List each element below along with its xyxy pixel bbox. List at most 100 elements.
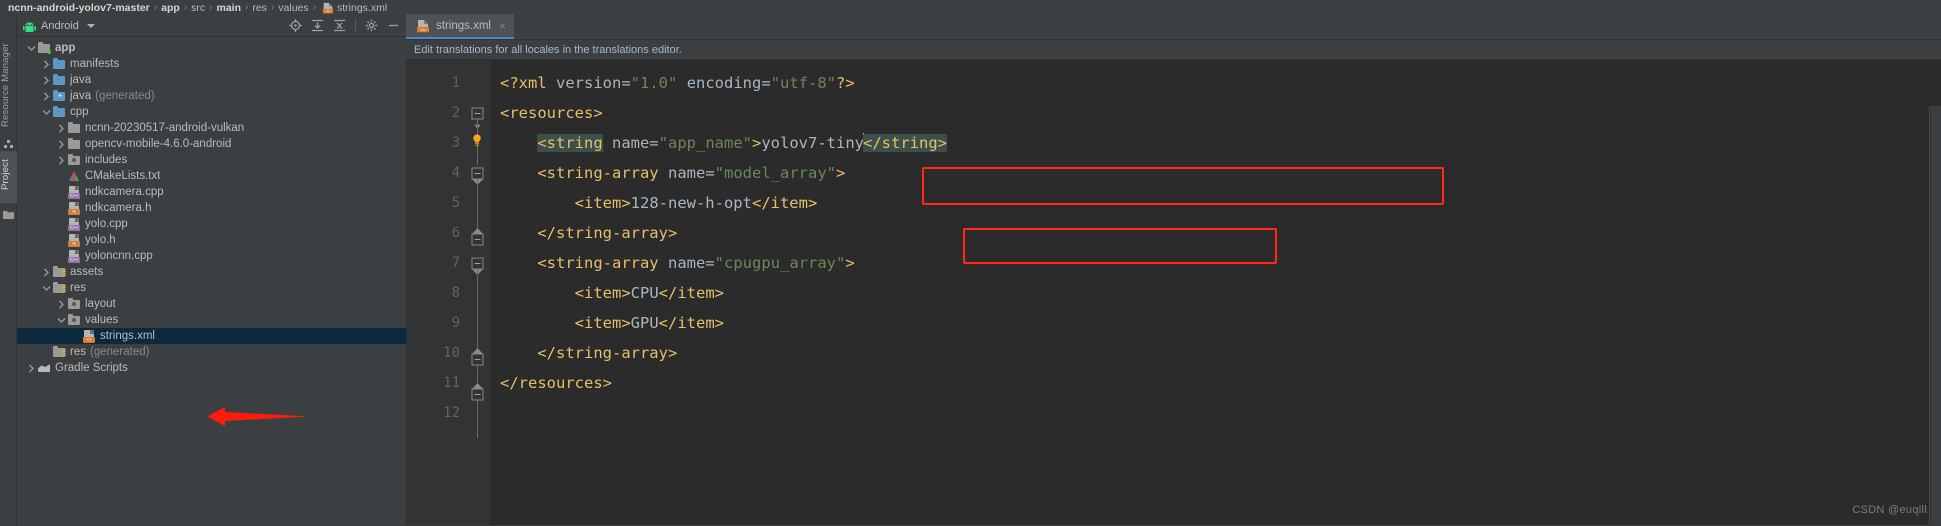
tree-item-label: Gradle Scripts	[55, 362, 128, 374]
lightbulb-icon[interactable]	[470, 133, 484, 147]
folder-grey-icon	[67, 121, 81, 135]
project-folder-icon	[3, 207, 14, 219]
chevron-right-icon[interactable]	[55, 296, 67, 312]
tree-item[interactable]: cpp	[17, 104, 406, 120]
chevron-right-icon[interactable]	[55, 152, 67, 168]
project-view-selector-label: Android	[41, 19, 79, 32]
svg-text:<>: <>	[326, 8, 331, 13]
tree-item[interactable]: includes	[17, 152, 406, 168]
expand-all-icon[interactable]	[311, 19, 324, 32]
tree-item[interactable]: C++ yolo.cpp	[17, 216, 406, 232]
code-editor[interactable]: 1 2 3 4 5 6 7 8 9 10 11 12 <?xml version…	[406, 60, 1941, 525]
tree-item[interactable]: values	[17, 312, 406, 328]
breadcrumb-item-values[interactable]: values	[278, 2, 308, 14]
code-token: name	[668, 164, 706, 182]
line-number: 1	[451, 75, 460, 91]
tree-item[interactable]: C++ yoloncnn.cpp	[17, 248, 406, 264]
hide-window-icon[interactable]	[387, 19, 400, 32]
code-token: <item>	[574, 194, 631, 212]
chevron-down-icon[interactable]	[55, 312, 67, 328]
tree-item[interactable]: Hyolo.h	[17, 232, 406, 248]
code-line[interactable]: <string name="app_name">yolov7-tiny</str…	[490, 128, 1941, 158]
breadcrumb-item-ncnn-android-yolov7-master[interactable]: ncnn-android-yolov7-master	[8, 2, 150, 14]
chevron-right-icon[interactable]	[40, 72, 52, 88]
breadcrumb-item-src[interactable]: src	[191, 2, 205, 14]
chevron-right-icon[interactable]	[40, 88, 52, 104]
tree-item-label: java	[70, 74, 92, 86]
tree-item-label: ndkcamera.h	[85, 202, 152, 214]
close-icon[interactable]: ×	[497, 20, 506, 32]
tree-item-label: CMakeLists.txt	[85, 170, 161, 182]
code-line[interactable]: <item>GPU</item>	[490, 308, 1941, 338]
line-number: 11	[443, 375, 460, 391]
line-number: 5	[451, 195, 460, 211]
tree-item[interactable]: res (generated)	[17, 344, 406, 360]
code-line[interactable]: </string-array>	[490, 338, 1941, 368]
tree-item[interactable]: ✦ java (generated)	[17, 88, 406, 104]
settings-gear-icon[interactable]	[365, 19, 378, 32]
tool-window-resource-manager[interactable]: Resource Manager	[0, 37, 17, 133]
tree-item[interactable]: app	[17, 40, 406, 56]
chevron-right-icon[interactable]	[55, 120, 67, 136]
code-token: <string	[537, 134, 603, 152]
chevron-right-icon[interactable]	[55, 136, 67, 152]
chevron-down-icon[interactable]	[40, 104, 52, 120]
code-line[interactable]: <?xml version="1.0" encoding="utf-8"?>	[490, 68, 1941, 98]
tree-item[interactable]: layout	[17, 296, 406, 312]
tree-item[interactable]: Hndkcamera.h	[17, 200, 406, 216]
breadcrumb-separator: ›	[183, 2, 188, 13]
breadcrumb-item-main[interactable]: main	[216, 2, 241, 14]
breadcrumb-item-file[interactable]: strings.xml	[337, 2, 387, 14]
breadcrumb-item-res[interactable]: res	[252, 2, 267, 14]
line-number: 10	[443, 345, 460, 361]
tab-strings-xml[interactable]: <> strings.xml ×	[406, 14, 514, 39]
code-line[interactable]: <resources>	[490, 98, 1941, 128]
tree-item[interactable]: assets	[17, 264, 406, 280]
breadcrumb-separator: ›	[209, 2, 213, 13]
tree-item[interactable]: manifests	[17, 56, 406, 72]
android-studio-window: ncnn-android-yolov7-master › app › src › main ›…	[0, 0, 1941, 526]
code-line[interactable]: </string-array>	[490, 218, 1941, 248]
chevron-right-icon[interactable]	[40, 264, 52, 280]
tree-item[interactable]: opencv-mobile-4.6.0-android	[17, 136, 406, 152]
code-token: </string-array>	[537, 224, 678, 242]
code-token: "cpugpu_array"	[714, 254, 846, 272]
collapse-all-icon[interactable]	[333, 19, 346, 32]
tree-item[interactable]: res	[17, 280, 406, 296]
tree-item[interactable]: C++ ndkcamera.cpp	[17, 184, 406, 200]
breadcrumb-separator: ›	[245, 2, 249, 13]
code-token: </item>	[658, 314, 724, 332]
chevron-right-icon[interactable]	[40, 56, 52, 72]
code-line[interactable]: <string-array name="cpugpu_array">	[490, 248, 1941, 278]
code-line[interactable]: <string-array name="model_array">	[490, 158, 1941, 188]
locate-icon[interactable]	[289, 19, 302, 32]
tool-window-project[interactable]: Project	[0, 151, 17, 203]
tree-item[interactable]: ncnn-20230517-android-vulkan	[17, 120, 406, 136]
chevron-down-icon[interactable]	[40, 280, 52, 296]
cmake-file-icon	[67, 169, 81, 183]
code-line[interactable]: <item>128-new-h-opt</item>	[490, 188, 1941, 218]
editor-scrollbar[interactable]	[1930, 106, 1941, 525]
tree-item[interactable]: Gradle Scripts	[17, 360, 406, 376]
tree-item[interactable]: CMakeLists.txt	[17, 168, 406, 184]
code-line[interactable]: </resources>	[490, 368, 1941, 398]
tree-item[interactable]: java	[17, 72, 406, 88]
chevron-down-icon[interactable]	[86, 23, 95, 28]
folder-blue-icon	[52, 73, 66, 87]
code-line[interactable]	[490, 398, 1941, 428]
chevron-right-icon[interactable]	[25, 360, 37, 376]
tree-item-selected[interactable]: <> strings.xml	[17, 328, 406, 344]
fold-gutter[interactable]	[468, 60, 490, 525]
chevron-down-icon[interactable]	[25, 40, 37, 56]
line-number: 9	[451, 315, 460, 331]
breadcrumb-item-app[interactable]: app	[161, 2, 180, 14]
tree-item-label: app	[55, 42, 76, 54]
code-line[interactable]: <item>CPU</item>	[490, 278, 1941, 308]
code-text[interactable]: <?xml version="1.0" encoding="utf-8"?> <r…	[490, 60, 1941, 525]
